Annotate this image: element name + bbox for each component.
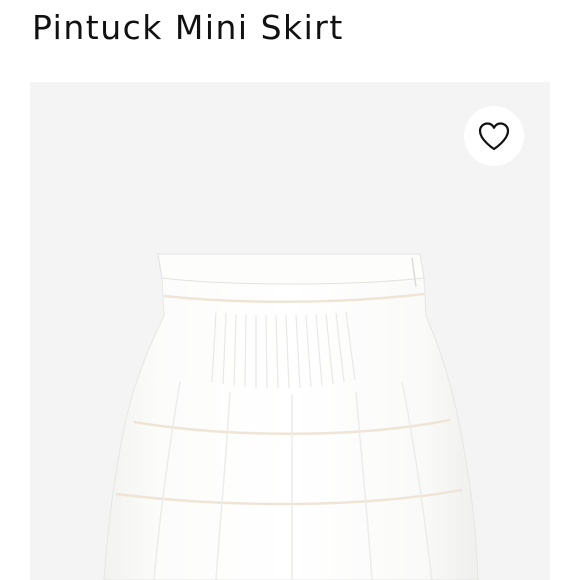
product-page: Pintuck Mini Skirt [0, 0, 580, 580]
heart-outline-icon [478, 122, 510, 151]
product-title: Pintuck Mini Skirt [32, 8, 344, 47]
favorite-button[interactable] [464, 106, 524, 166]
skirt-waistband [157, 253, 425, 285]
